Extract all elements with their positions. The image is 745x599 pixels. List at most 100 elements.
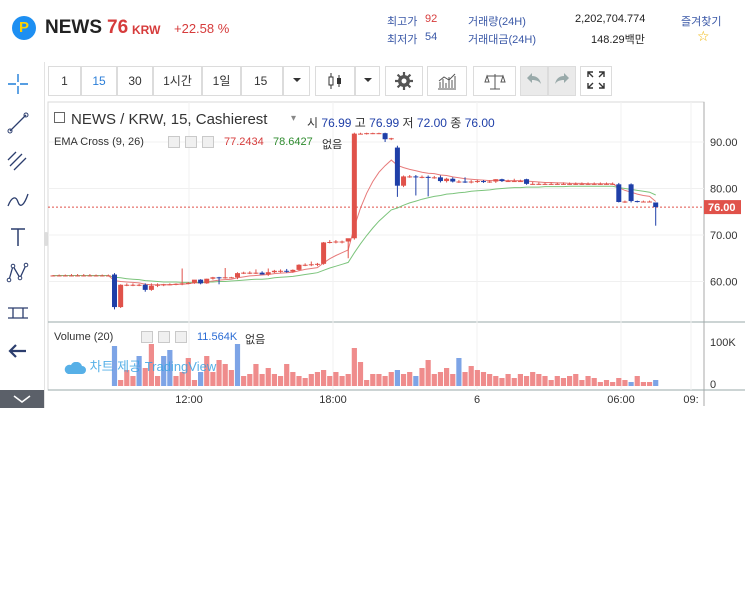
volume-bar bbox=[542, 376, 548, 386]
eye-icon[interactable] bbox=[141, 331, 153, 343]
candle-body bbox=[554, 183, 560, 185]
candle-body bbox=[647, 201, 653, 203]
close-icon[interactable] bbox=[175, 331, 187, 343]
candle-body bbox=[148, 285, 154, 290]
close-label: 종 bbox=[450, 116, 462, 130]
candle-body bbox=[616, 184, 622, 202]
candle-body bbox=[142, 284, 148, 290]
volume-bar bbox=[450, 374, 456, 386]
volume-bar bbox=[437, 372, 444, 386]
symbol-label: NEWS / KRW, 15, Cashierest bbox=[71, 111, 268, 128]
volume-bar bbox=[523, 376, 530, 386]
price-tick-label: 70.00 bbox=[710, 230, 738, 242]
volume-bar bbox=[585, 376, 591, 386]
volume-bar bbox=[118, 380, 124, 386]
ema-fast-value: 77.2434 bbox=[224, 136, 264, 148]
price-tick-label: 80.00 bbox=[710, 184, 738, 196]
candle-body bbox=[130, 284, 136, 286]
candle-body bbox=[468, 181, 474, 183]
low-label: 저 bbox=[402, 116, 414, 130]
candle-body bbox=[597, 183, 603, 185]
volume-bar bbox=[487, 374, 493, 386]
candle-body bbox=[216, 277, 222, 279]
candle-body bbox=[136, 284, 142, 286]
candle-body bbox=[345, 238, 351, 242]
volume-bar bbox=[603, 380, 610, 386]
candle-body bbox=[407, 176, 413, 178]
candle-body bbox=[204, 278, 210, 284]
candle-body bbox=[358, 133, 363, 135]
volume-bar bbox=[382, 376, 388, 386]
candle-body bbox=[124, 284, 130, 286]
price-chart[interactable]: 90.00 80.00 70.00 60.00 12:00 18:00 6 06:00 09: 1… bbox=[0, 0, 745, 599]
candle-body bbox=[425, 176, 431, 178]
candle-body bbox=[524, 179, 530, 184]
candle-body bbox=[585, 183, 591, 185]
volume-bar bbox=[339, 376, 345, 386]
candle-body bbox=[284, 270, 290, 272]
candle-body bbox=[653, 202, 659, 208]
volume-bar bbox=[253, 364, 259, 386]
volume-bar bbox=[640, 382, 646, 386]
candle-body bbox=[542, 183, 548, 185]
close-icon[interactable] bbox=[202, 136, 214, 148]
candle-body bbox=[259, 272, 265, 275]
candle-body bbox=[376, 133, 382, 135]
candle-body bbox=[62, 275, 68, 277]
volume-bar bbox=[419, 368, 425, 386]
candle-body bbox=[462, 181, 468, 183]
candle-body bbox=[167, 284, 173, 286]
candle-body bbox=[333, 241, 339, 243]
candle-body bbox=[308, 264, 314, 266]
candle-body bbox=[567, 183, 573, 185]
candle-body bbox=[210, 277, 216, 279]
time-tick-label: 09: bbox=[683, 394, 698, 406]
candle-body bbox=[640, 201, 646, 203]
time-tick-label: 6 bbox=[474, 394, 480, 406]
candle-body bbox=[99, 275, 105, 277]
volume-bar bbox=[468, 366, 474, 386]
volume-bar bbox=[413, 376, 419, 386]
volume-bar bbox=[130, 376, 136, 386]
volume-bar bbox=[517, 374, 523, 386]
volume-bar bbox=[308, 374, 314, 386]
candle-body bbox=[247, 272, 253, 274]
gear-icon[interactable] bbox=[185, 136, 197, 148]
candle-body bbox=[487, 181, 493, 183]
candle-body bbox=[431, 177, 437, 179]
chevron-down-icon[interactable]: ▾ bbox=[291, 113, 296, 124]
volume-bar bbox=[591, 378, 597, 386]
volume-bar bbox=[505, 374, 511, 386]
low-value: 72.00 bbox=[416, 116, 447, 130]
volume-bar bbox=[247, 374, 253, 386]
candle-body bbox=[179, 283, 185, 285]
candles bbox=[50, 132, 659, 310]
volume-bar bbox=[296, 376, 302, 386]
cloud-icon bbox=[64, 361, 86, 374]
high-label: 고 bbox=[354, 116, 366, 130]
volume-bar bbox=[579, 380, 585, 386]
volume-bar bbox=[173, 376, 179, 386]
gear-icon[interactable] bbox=[158, 331, 170, 343]
tradingview-watermark[interactable]: 차트 제공 TradingView bbox=[64, 356, 216, 375]
volume-bar bbox=[573, 374, 579, 386]
candle-body bbox=[560, 183, 566, 185]
eye-icon[interactable] bbox=[168, 136, 180, 148]
volume-bar bbox=[259, 374, 265, 386]
grid bbox=[48, 102, 704, 390]
candle-body bbox=[499, 179, 505, 182]
volume-bar bbox=[290, 372, 296, 386]
candle-body bbox=[185, 282, 191, 284]
volume-bar bbox=[456, 358, 462, 386]
collapse-legend-icon[interactable] bbox=[54, 112, 65, 123]
watermark-text: 차트 제공 TradingView bbox=[89, 359, 217, 374]
volume-bar bbox=[357, 362, 364, 386]
candle-body bbox=[610, 183, 616, 185]
ohlc-row: 시 76.99 고 76.99 저 72.00 종 76.00 bbox=[307, 114, 495, 131]
candle-body bbox=[314, 263, 320, 265]
volume-bar bbox=[388, 372, 394, 386]
volume-bar bbox=[277, 376, 284, 386]
volume-bar bbox=[333, 372, 339, 386]
volume-bar bbox=[400, 374, 407, 386]
candle-body bbox=[290, 269, 296, 272]
